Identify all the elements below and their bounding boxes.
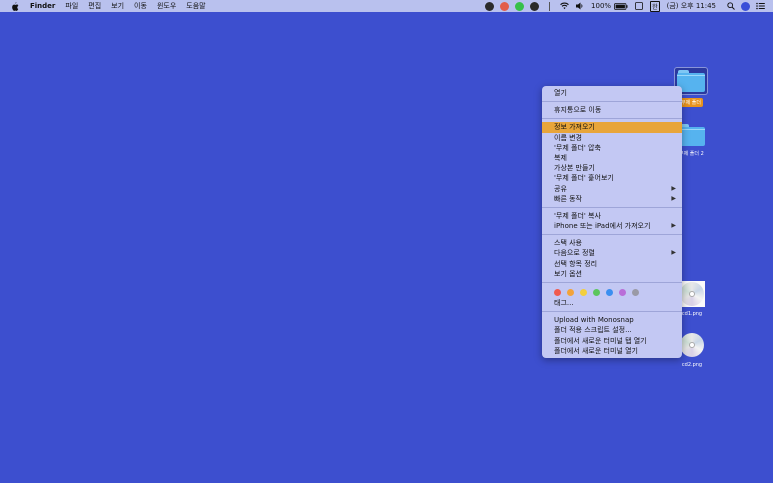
menu-item-share[interactable]: 공유 ▶ (542, 184, 682, 194)
menu-item-share-label: 공유 (554, 184, 567, 193)
menu-file[interactable]: 파일 (65, 1, 78, 11)
tag-color-dot-4[interactable] (606, 288, 613, 296)
submenu-arrow-icon: ▶ (671, 249, 676, 257)
line-icon[interactable] (515, 1, 525, 11)
menu-separator (542, 234, 682, 236)
spotlight-search-icon[interactable] (726, 2, 735, 11)
menu-item-sort-by[interactable]: 다음으로 정렬 ▶ (542, 248, 682, 258)
menu-item-folder-actions-setup[interactable]: 폴더 적용 스크립트 설정... (542, 325, 682, 335)
menu-item-upload-monosnap[interactable]: Upload with Monosnap (542, 315, 682, 325)
menu-item-quick-look[interactable]: '무제 폴더' 훑어보기 (542, 173, 682, 183)
tag-color-dot-1[interactable] (567, 288, 574, 296)
tag-color-dot-0[interactable] (554, 288, 561, 296)
menu-item-rename[interactable]: 이름 변경 (542, 133, 682, 143)
volume-icon[interactable] (575, 2, 584, 11)
menu-item-new-terminal-tab[interactable]: 폴더에서 새로운 터미널 탭 열기 (542, 336, 682, 346)
menu-separator (542, 118, 682, 120)
menu-help[interactable]: 도움말 (186, 1, 205, 11)
menu-item-sort-by-label: 다음으로 정렬 (554, 249, 595, 258)
menu-bar: Finder 파일 편집 보기 이동 윈도우 도움말 100% 한 (금) 오후… (0, 0, 773, 12)
menubar-clock[interactable]: (금) 오후 11:45 (667, 1, 716, 11)
desktop-item-label: 무제 폴더 (679, 98, 703, 107)
menu-item-import-from-iphone[interactable]: iPhone 또는 iPad에서 가져오기 ▶ (542, 221, 682, 231)
menu-item-new-terminal[interactable]: 폴더에서 새로운 터미널 열기 (542, 346, 682, 356)
menu-window[interactable]: 윈도우 (157, 1, 176, 11)
image-thumbnail-icon (679, 281, 705, 307)
menu-separator (542, 101, 682, 103)
notification-center-icon[interactable] (756, 2, 765, 11)
submenu-arrow-icon: ▶ (671, 184, 676, 192)
menu-item-quick-actions[interactable]: 빠른 동작 ▶ (542, 194, 682, 204)
desktop-item-label: cd1.png (681, 311, 703, 317)
divider-icon (545, 1, 554, 11)
tag-color-row (542, 286, 682, 298)
menu-item-get-info[interactable]: 정보 가져오기 (542, 122, 682, 133)
menu-item-import-label: iPhone 또는 iPad에서 가져오기 (554, 222, 651, 231)
menu-item-copy[interactable]: '무제 폴더' 복사 (542, 211, 682, 221)
menu-item-tags[interactable]: 태그... (542, 298, 682, 308)
submenu-arrow-icon: ▶ (671, 194, 676, 202)
context-menu: 열기 휴지통으로 이동 정보 가져오기 이름 변경 '무제 폴더' 압축 복제 … (542, 86, 682, 358)
menu-item-clean-up-selection[interactable]: 선택 항목 정리 (542, 259, 682, 269)
menu-separator (542, 311, 682, 313)
desktop-item-label: cd2.png (681, 362, 703, 368)
menu-separator (542, 206, 682, 208)
tag-color-dot-3[interactable] (593, 288, 600, 296)
menu-item-use-stacks[interactable]: 스택 사용 (542, 238, 682, 248)
wifi-icon[interactable] (560, 2, 569, 11)
control-icon[interactable] (634, 2, 643, 11)
menu-item-make-alias[interactable]: 가상본 만들기 (542, 163, 682, 173)
input-source[interactable]: 한 (650, 0, 660, 12)
menu-edit[interactable]: 편집 (88, 1, 101, 11)
menu-separator (542, 282, 682, 283)
tag-color-dot-2[interactable] (580, 288, 587, 296)
status-app-icon-3[interactable] (530, 1, 540, 11)
menu-item-compress[interactable]: '무제 폴더' 압축 (542, 143, 682, 153)
menu-item-show-view-options[interactable]: 보기 옵션 (542, 269, 682, 279)
desktop-file-cd1[interactable]: cd1.png (679, 281, 705, 318)
desktop-file-cd2[interactable]: cd2.png (679, 332, 705, 369)
menu-item-duplicate[interactable]: 복제 (542, 153, 682, 163)
menu-item-open[interactable]: 열기 (542, 88, 682, 98)
tag-color-dot-6[interactable] (632, 288, 639, 296)
battery-icon[interactable] (614, 2, 628, 11)
menu-finder[interactable]: Finder (30, 2, 55, 10)
battery-percent: 100% (591, 2, 612, 10)
apple-icon[interactable] (11, 1, 19, 11)
menu-go[interactable]: 이동 (134, 1, 147, 11)
tag-color-dot-5[interactable] (619, 288, 626, 296)
menu-view[interactable]: 보기 (111, 1, 124, 11)
menu-item-move-to-trash[interactable]: 휴지통으로 이동 (542, 105, 682, 115)
status-app-icon-2[interactable] (500, 1, 510, 11)
submenu-arrow-icon: ▶ (671, 222, 676, 230)
siri-icon[interactable] (741, 1, 750, 11)
image-thumbnail-icon (679, 332, 705, 358)
menu-item-quick-actions-label: 빠른 동작 (554, 194, 582, 203)
status-app-icon-1[interactable] (485, 1, 495, 11)
